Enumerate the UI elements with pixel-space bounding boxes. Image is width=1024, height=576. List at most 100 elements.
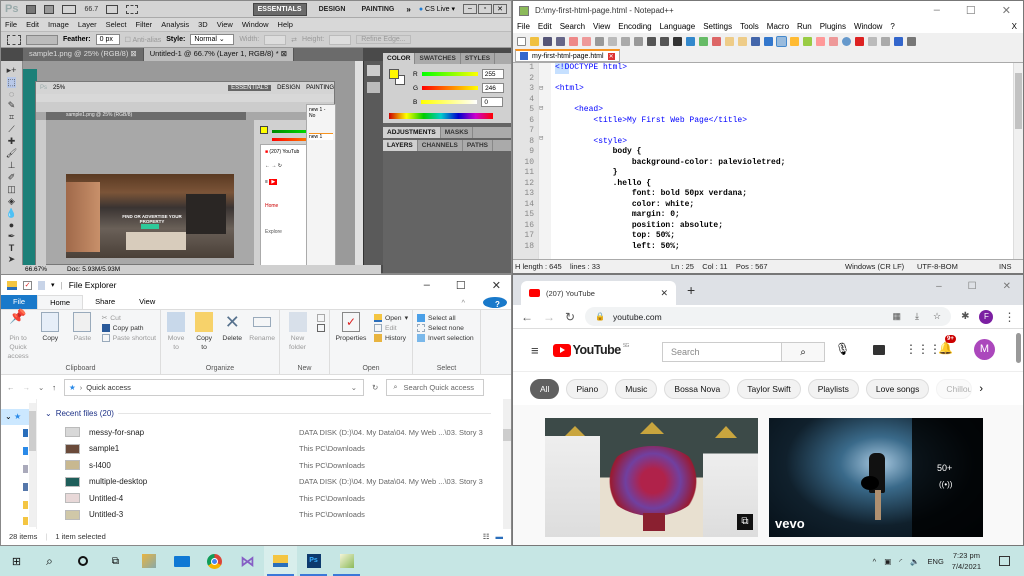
menu-filter[interactable]: Filter (136, 20, 153, 29)
fold-toggle-icon[interactable]: ⊟ (539, 84, 551, 93)
reload-button[interactable]: ↻ (565, 310, 575, 324)
code-line[interactable]: } (555, 168, 1023, 179)
code-line[interactable] (555, 126, 1023, 137)
nav-scroll-thumb[interactable] (29, 411, 36, 451)
redo-icon[interactable] (660, 36, 669, 46)
bookmark-star-icon[interactable]: ☆ (933, 311, 941, 322)
chip-taylor-swift[interactable]: Taylor Swift (737, 378, 801, 399)
taskbar-app-mail[interactable] (165, 546, 198, 576)
start-button[interactable]: ⊞ (0, 546, 33, 576)
marquee-tool-preset[interactable] (7, 34, 21, 45)
history-button[interactable]: History (373, 334, 408, 342)
fold-toggle-icon[interactable]: ⊟ (539, 134, 551, 143)
wifi-icon[interactable]: ◜ (899, 557, 902, 566)
code-line[interactable] (555, 95, 1023, 106)
content-scroll-thumb[interactable] (503, 429, 511, 441)
extensions-icon[interactable]: ✱ (961, 311, 969, 322)
menu-help[interactable]: Help (278, 20, 293, 29)
content-scrollbar[interactable] (503, 399, 511, 529)
restore-button[interactable]: ▫ (478, 4, 492, 14)
chips-next-icon[interactable]: › (979, 383, 983, 395)
workspace-essentials[interactable]: ESSENTIALS (252, 2, 307, 16)
new-file-icon[interactable] (517, 36, 526, 46)
refresh-button[interactable]: ↻ (372, 383, 378, 392)
show-all-chars-icon[interactable] (764, 36, 773, 46)
file-row[interactable]: s-l400 This PC\Downloads (45, 457, 511, 474)
quick-select-tool-icon[interactable]: ✎ (8, 100, 16, 111)
select-none-button[interactable]: Select none (417, 324, 474, 332)
tab-file[interactable]: File (1, 295, 38, 309)
canvas-vscroll[interactable] (355, 61, 363, 265)
replace-icon[interactable] (686, 36, 695, 46)
close-button[interactable]: ✕ (1002, 4, 1011, 17)
tab-adjustments[interactable]: ADJUSTMENTS (383, 127, 441, 138)
tab-styles[interactable]: STYLES (461, 53, 496, 64)
search-box[interactable]: ⌕ Search Quick access (386, 378, 485, 396)
external-link-icon[interactable]: ⧉ (737, 514, 753, 530)
voice-search-icon[interactable]: 🎙 (835, 342, 850, 356)
large-icons-view-icon[interactable]: ▬ (496, 532, 504, 541)
meet-now-icon[interactable]: ▣ (884, 557, 891, 566)
channel-b-input[interactable]: 0 (481, 97, 504, 107)
code-line[interactable]: color: white; (555, 200, 1023, 211)
pin-to-quick-access-button[interactable]: 📌 Pin to Quick access (5, 309, 31, 365)
file-row[interactable]: messy-for-snap DATA DISK (D:)\04. My Data… (45, 424, 511, 441)
nav-item-documents[interactable] (23, 465, 28, 473)
refine-edge-button[interactable]: Refine Edge... (356, 35, 411, 44)
menu-view[interactable]: View (593, 22, 610, 31)
taskbar-app-tools[interactable] (132, 546, 165, 576)
menu-analysis[interactable]: Analysis (161, 20, 189, 29)
code-line[interactable]: body { (555, 147, 1023, 158)
channel-g-input[interactable]: 246 (482, 83, 505, 93)
nav-quick-access[interactable]: ⌄ ★ (1, 409, 29, 425)
editor-vscroll[interactable] (1013, 63, 1023, 259)
close-button[interactable]: ✕ (1003, 281, 1011, 292)
page-scrollbar[interactable] (1016, 333, 1021, 363)
help-icon[interactable]: ? (483, 296, 507, 309)
marquee-tool-icon[interactable]: ⬚ (7, 77, 16, 88)
menu-edit[interactable]: Edit (538, 22, 552, 31)
chip-piano[interactable]: Piano (566, 378, 609, 399)
cut-button[interactable]: ✂ Cut (102, 314, 156, 323)
menu-window[interactable]: Window (242, 20, 269, 29)
show-hidden-icons[interactable]: ^ (873, 557, 877, 566)
menu-tools[interactable]: Tools (740, 22, 759, 31)
file-row[interactable]: sample1 This PC\Downloads (45, 441, 511, 458)
account-avatar[interactable]: M (974, 339, 995, 360)
close-icon[interactable] (569, 36, 578, 46)
copy-to-button[interactable]: Copy to (193, 312, 215, 365)
channel-r-input[interactable]: 255 (481, 69, 504, 79)
cut-icon[interactable] (608, 36, 617, 46)
omnibox[interactable]: 🔒 youtube.com ▦ ⤓ ☆ (585, 307, 952, 326)
save-all-icon[interactable] (556, 36, 565, 46)
foreground-swatch[interactable] (389, 69, 399, 79)
doc-map-icon[interactable] (803, 36, 812, 46)
task-view-button[interactable]: ⧉ (99, 546, 132, 576)
maximize-button[interactable]: ☐ (456, 279, 466, 292)
minimize-button[interactable]: – (934, 4, 940, 17)
tab-close-icon[interactable]: ✕ (607, 52, 615, 60)
zoom-out-icon[interactable] (712, 36, 721, 46)
menu-layer[interactable]: Layer (78, 20, 97, 29)
tab-color[interactable]: COLOR (383, 53, 416, 64)
properties-qa-icon[interactable]: ✓ (23, 280, 32, 290)
menu-settings[interactable]: Settings (703, 22, 732, 31)
stop-macro-icon[interactable] (868, 36, 877, 46)
invert-selection-button[interactable]: Invert selection (417, 334, 474, 342)
address-bar[interactable]: ★ › Quick access ⌄ (64, 378, 365, 396)
apps-grid-icon[interactable]: ⋮⋮⋮ (905, 342, 941, 356)
copy-button[interactable]: Copy (37, 312, 63, 365)
tab-paths[interactable]: PATHS (463, 140, 493, 151)
taskbar-app-visual-studio[interactable]: ⋈ (231, 546, 264, 576)
stamp-tool-icon[interactable]: ⊥ (8, 160, 16, 171)
tab-home[interactable]: Home (37, 295, 84, 309)
close-button[interactable]: ✕ (492, 279, 501, 292)
menu-macro[interactable]: Macro (767, 22, 789, 31)
address-dropdown[interactable]: ⌄ (351, 383, 363, 392)
open-file-icon[interactable] (530, 36, 539, 46)
properties-button[interactable]: ✓ Properties (334, 312, 368, 365)
bucket-tool-icon[interactable]: ◈ (8, 196, 15, 207)
minimize-button[interactable]: – (463, 4, 477, 14)
menu-window[interactable]: Window (854, 22, 882, 31)
function-list-icon[interactable] (816, 36, 825, 46)
